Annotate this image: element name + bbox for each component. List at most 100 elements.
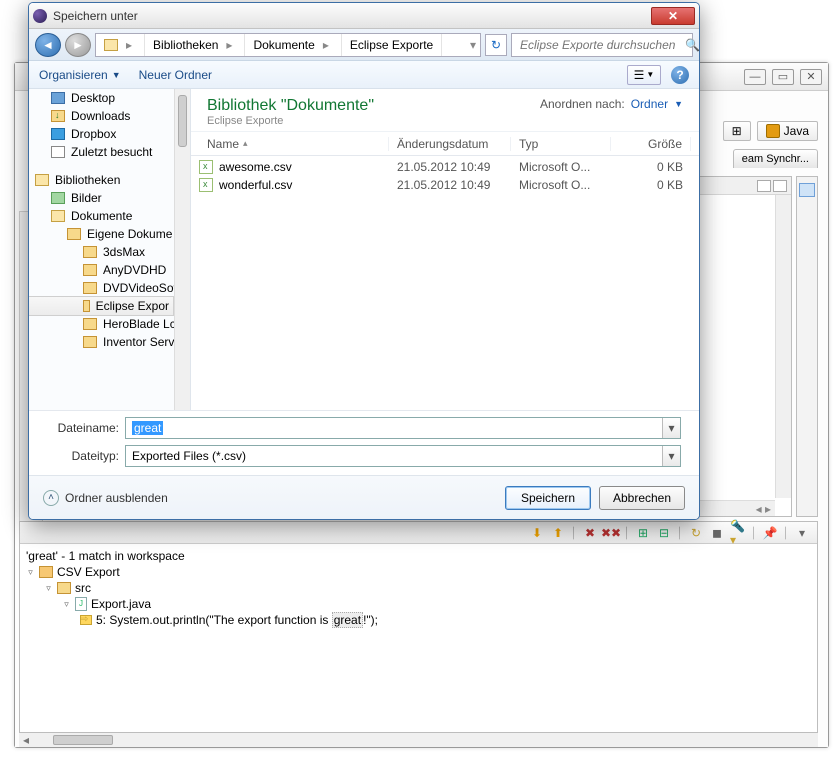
arrange-by[interactable]: Anordnen nach: Ordner ▼ bbox=[540, 97, 683, 111]
save-button[interactable]: Speichern bbox=[505, 486, 591, 510]
refresh-button[interactable]: ↻ bbox=[485, 34, 507, 56]
nav-item-inventor[interactable]: Inventor Serv bbox=[29, 333, 190, 351]
nav-item-dropbox[interactable]: Dropbox bbox=[29, 125, 190, 143]
filetype-combo[interactable]: Exported Files (*.csv) ▾ bbox=[125, 445, 681, 467]
java-perspective-button[interactable]: Java bbox=[757, 121, 818, 141]
cancel-button[interactable]: Abbrechen bbox=[599, 486, 685, 510]
breadcrumb-seg-0[interactable]: Bibliotheken ▸ bbox=[145, 34, 245, 56]
nav-item-3dsmax[interactable]: 3dsMax bbox=[29, 243, 190, 261]
sort-asc-icon: ▴ bbox=[243, 138, 248, 149]
folder-icon bbox=[83, 282, 97, 294]
navtree-scrollbar[interactable] bbox=[174, 89, 190, 410]
breadcrumb-seg-1[interactable]: Dokumente ▸ bbox=[245, 34, 341, 56]
editor-vscroll[interactable] bbox=[775, 195, 791, 498]
file-date: 21.05.2012 10:49 bbox=[389, 178, 511, 192]
editor-maximize-icon[interactable] bbox=[773, 180, 787, 192]
chevron-right-icon[interactable]: ▸ bbox=[319, 38, 333, 52]
remove-match-icon[interactable]: ✖ bbox=[581, 525, 599, 541]
collapse-all-icon[interactable]: ⊟ bbox=[655, 525, 673, 541]
nav-label: Zuletzt besucht bbox=[71, 145, 152, 159]
result-project[interactable]: ▿ CSV Export bbox=[26, 564, 811, 580]
eclipse-close-button[interactable]: ✕ bbox=[800, 69, 822, 85]
result-file[interactable]: ▿ Export.java bbox=[26, 596, 811, 612]
col-name[interactable]: Name ▴ bbox=[199, 137, 389, 151]
search-icon[interactable]: 🔍 bbox=[685, 38, 700, 52]
nav-item-recent[interactable]: Zuletzt besucht bbox=[29, 143, 190, 161]
chevron-down-icon[interactable]: ▾ bbox=[662, 418, 680, 438]
col-type[interactable]: Typ bbox=[511, 137, 611, 151]
chevron-right-icon[interactable]: ▸ bbox=[222, 38, 236, 52]
search-box[interactable]: 🔍 bbox=[511, 33, 693, 57]
file-row[interactable]: wonderful.csv 21.05.2012 10:49 Microsoft… bbox=[199, 176, 691, 194]
prev-match-icon[interactable]: ⬆ bbox=[549, 525, 567, 541]
outline-icon[interactable] bbox=[799, 183, 815, 197]
filename-input[interactable]: great bbox=[126, 421, 662, 435]
eclipse-hscroll[interactable]: ◂ bbox=[19, 733, 818, 747]
nav-item-downloads[interactable]: Downloads bbox=[29, 107, 190, 125]
breadcrumb-seg-2[interactable]: Eclipse Exporte bbox=[342, 34, 442, 56]
next-match-icon[interactable]: ⬇ bbox=[528, 525, 546, 541]
organize-menu[interactable]: Organisieren ▼ bbox=[39, 68, 121, 82]
nav-label: Eclipse Expor bbox=[96, 299, 169, 313]
breadcrumb-bar[interactable]: ▸ Bibliotheken ▸ Dokumente ▸ Eclipse Exp… bbox=[95, 33, 481, 57]
nav-item-desktop[interactable]: Desktop bbox=[29, 89, 190, 107]
view-menu-icon[interactable]: ▾ bbox=[793, 525, 811, 541]
dialog-titlebar[interactable]: Speichern unter ✕ bbox=[29, 3, 699, 29]
nav-forward-button[interactable]: ► bbox=[65, 33, 91, 57]
nav-item-heroblade[interactable]: HeroBlade Lc bbox=[29, 315, 190, 333]
pin-icon[interactable]: 📌 bbox=[761, 525, 779, 541]
search-input[interactable] bbox=[518, 37, 679, 53]
chevron-down-icon: ▼ bbox=[112, 70, 121, 80]
twisty-icon[interactable]: ▿ bbox=[62, 600, 71, 609]
hide-folders-toggle[interactable]: ˄ Ordner ausblenden bbox=[43, 490, 168, 506]
twisty-icon[interactable]: ▿ bbox=[26, 568, 35, 577]
breadcrumb-dropdown-icon[interactable]: ▾ bbox=[466, 38, 480, 52]
file-row[interactable]: awesome.csv 21.05.2012 10:49 Microsoft O… bbox=[199, 158, 691, 176]
result-match[interactable]: 5: System.out.println("The export functi… bbox=[26, 612, 811, 628]
remove-all-icon[interactable]: ✖✖ bbox=[602, 525, 620, 541]
filename-combo[interactable]: great ▾ bbox=[125, 417, 681, 439]
eclipse-maximize-button[interactable]: ▭ bbox=[772, 69, 794, 85]
col-date[interactable]: Änderungsdatum bbox=[389, 137, 511, 151]
nav-tree[interactable]: Desktop Downloads Dropbox Zuletzt besuch… bbox=[29, 89, 191, 410]
nav-item-dvdvideo[interactable]: DVDVideoSof bbox=[29, 279, 190, 297]
file-type: Microsoft O... bbox=[511, 160, 611, 174]
chevron-right-icon[interactable]: ▸ bbox=[122, 38, 136, 52]
nav-section-libraries[interactable]: Bibliotheken bbox=[29, 171, 190, 189]
scroll-thumb[interactable] bbox=[53, 735, 113, 745]
nav-item-pictures[interactable]: Bilder bbox=[29, 189, 190, 207]
nav-item-anydvd[interactable]: AnyDVDHD bbox=[29, 261, 190, 279]
expand-all-icon[interactable]: ⊞ bbox=[634, 525, 652, 541]
nav-item-documents[interactable]: Dokumente bbox=[29, 207, 190, 225]
match-highlight: great bbox=[332, 612, 363, 628]
history-icon[interactable]: 🔦▾ bbox=[729, 525, 747, 541]
result-folder[interactable]: ▿ src bbox=[26, 580, 811, 596]
run-again-icon[interactable]: ↻ bbox=[687, 525, 705, 541]
scroll-thumb[interactable] bbox=[178, 95, 187, 147]
breadcrumb-root[interactable]: ▸ bbox=[96, 34, 145, 56]
col-size[interactable]: Größe bbox=[611, 137, 691, 151]
open-perspective-button[interactable]: ⊞ bbox=[723, 121, 751, 141]
view-mode-button[interactable]: ☰ ▼ bbox=[627, 65, 661, 85]
help-button[interactable]: ? bbox=[671, 66, 689, 84]
nav-item-eclipse-export[interactable]: Eclipse Expor bbox=[29, 296, 174, 316]
nav-item-mydocs[interactable]: Eigene Dokume bbox=[29, 225, 190, 243]
stop-search-icon[interactable]: ◼ bbox=[708, 525, 726, 541]
twisty-icon[interactable]: ▿ bbox=[44, 584, 53, 593]
chevron-down-icon: ▼ bbox=[674, 99, 683, 109]
new-folder-label: Neuer Ordner bbox=[139, 68, 212, 82]
arrange-label: Anordnen nach: bbox=[540, 97, 625, 111]
new-folder-button[interactable]: Neuer Ordner bbox=[139, 68, 212, 82]
nav-back-button[interactable]: ◄ bbox=[35, 33, 61, 57]
hide-folders-label: Ordner ausblenden bbox=[65, 491, 168, 505]
search-results: 'great' - 1 match in workspace ▿ CSV Exp… bbox=[20, 544, 817, 632]
nav-label: Bibliotheken bbox=[55, 173, 120, 187]
chevron-down-icon[interactable]: ▾ bbox=[662, 446, 680, 466]
dialog-close-button[interactable]: ✕ bbox=[651, 7, 695, 25]
eclipse-minimize-button[interactable]: ― bbox=[744, 69, 766, 85]
arrange-value[interactable]: Ordner bbox=[631, 97, 668, 111]
scroll-left-icon[interactable]: ◂ bbox=[19, 734, 33, 746]
editor-minimize-icon[interactable] bbox=[757, 180, 771, 192]
folder-icon bbox=[83, 318, 97, 330]
tab-team-sync[interactable]: eam Synchr... bbox=[733, 149, 818, 168]
